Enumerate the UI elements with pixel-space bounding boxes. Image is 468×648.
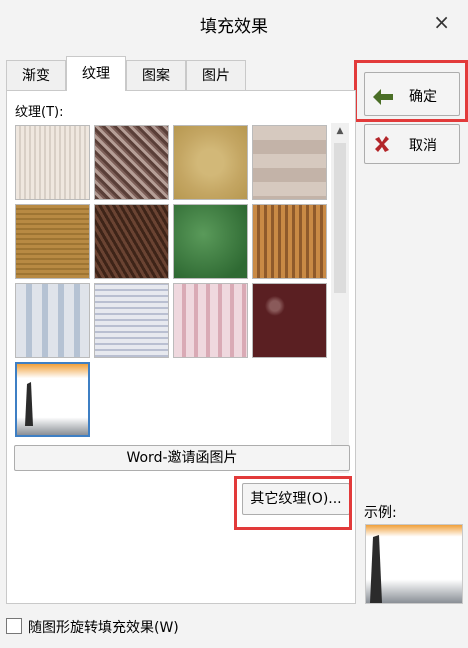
word-texture-button[interactable]: Word-邀请函图片 bbox=[14, 445, 350, 471]
check-arrow-icon bbox=[373, 89, 393, 105]
texture-tile-orange-weave[interactable] bbox=[252, 204, 327, 279]
texture-tile-brown-wood[interactable] bbox=[94, 125, 169, 200]
close-icon[interactable]: × bbox=[433, 10, 450, 34]
other-texture-button[interactable]: 其它纹理(O)... bbox=[242, 483, 350, 515]
title-bar: 填充效果 × bbox=[0, 0, 468, 48]
texture-panel: 纹理(T): ▲ ▼ Word-邀请函图片 其它纹理(O)... bbox=[6, 90, 356, 604]
tab-gradient[interactable]: 渐变 bbox=[6, 60, 66, 90]
preview-image bbox=[365, 524, 463, 604]
cancel-button[interactable]: 取消 bbox=[364, 124, 460, 164]
cancel-label: 取消 bbox=[409, 138, 437, 154]
texture-scrollbar[interactable]: ▲ ▼ bbox=[331, 123, 349, 473]
rotate-checkbox[interactable] bbox=[6, 618, 22, 634]
x-icon bbox=[375, 136, 389, 152]
tab-picture[interactable]: 图片 bbox=[186, 60, 246, 90]
texture-label: 纹理(T): bbox=[15, 105, 64, 120]
texture-tile-maroon-floral[interactable] bbox=[252, 283, 327, 358]
scroll-up-icon[interactable]: ▲ bbox=[331, 123, 349, 139]
texture-tile-white-cloth[interactable] bbox=[15, 125, 90, 200]
rotate-checkbox-label: 随图形旋转填充效果(W) bbox=[28, 620, 179, 636]
lighthouse-icon bbox=[25, 382, 33, 426]
texture-tile-gray-plaid[interactable] bbox=[94, 283, 169, 358]
texture-tile-green-marble[interactable] bbox=[173, 204, 248, 279]
texture-tile-blue-denim[interactable] bbox=[15, 283, 90, 358]
texture-tile-gold-sand[interactable] bbox=[173, 125, 248, 200]
dialog-title: 填充效果 bbox=[200, 17, 268, 37]
tab-texture[interactable]: 纹理 bbox=[66, 56, 126, 91]
texture-tile-custom-image[interactable] bbox=[15, 362, 90, 437]
scroll-thumb[interactable] bbox=[334, 143, 346, 293]
texture-tile-beige-stripes[interactable] bbox=[252, 125, 327, 200]
ok-button[interactable]: 确定 bbox=[364, 72, 460, 116]
texture-grid bbox=[15, 125, 331, 473]
preview-label: 示例: bbox=[364, 505, 397, 521]
texture-tile-brown-bark[interactable] bbox=[94, 204, 169, 279]
ok-label: 确定 bbox=[409, 89, 437, 105]
tab-pattern[interactable]: 图案 bbox=[126, 60, 186, 90]
texture-tile-pink-gingham[interactable] bbox=[173, 283, 248, 358]
texture-tile-woven-burlap[interactable] bbox=[15, 204, 90, 279]
lighthouse-preview-icon bbox=[370, 535, 382, 603]
